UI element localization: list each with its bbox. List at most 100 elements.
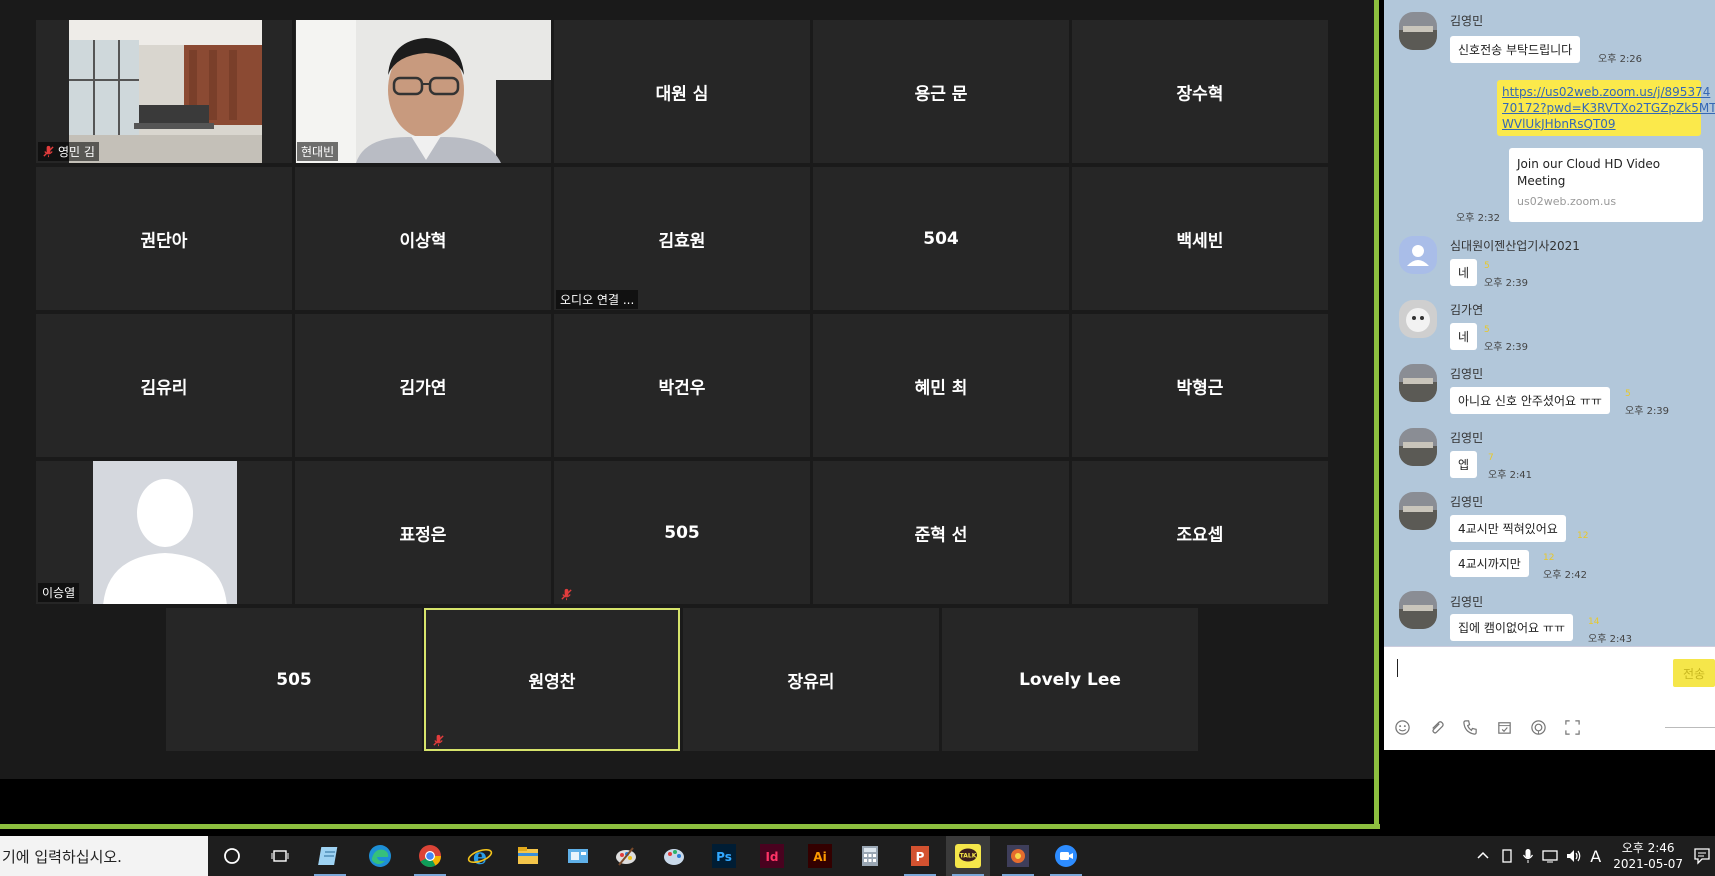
taskbar-app-indesign[interactable]: Id xyxy=(750,836,794,876)
avatar[interactable] xyxy=(1399,591,1437,629)
emoticon-icon[interactable] xyxy=(1394,719,1411,736)
taskbar-app-paint[interactable] xyxy=(604,836,648,876)
message-time: 오후 2:43 xyxy=(1588,634,1633,645)
participant-tile[interactable]: 김가연 xyxy=(295,314,551,457)
participant-tile[interactable]: 김효원 오디오 연결 ... xyxy=(554,167,810,310)
message-input-area[interactable]: 전송 xyxy=(1384,646,1715,750)
message-bubble[interactable]: 엡 xyxy=(1450,451,1478,478)
message-bubble[interactable]: 신호전송 부탁드립니다 xyxy=(1450,36,1581,63)
input-method-indicator[interactable]: A xyxy=(1590,847,1601,866)
avatar[interactable] xyxy=(1399,492,1437,530)
muted-mic-icon xyxy=(433,734,444,747)
participant-tile[interactable]: 준혁 선 xyxy=(813,461,1069,604)
message-bubble[interactable]: 네 xyxy=(1450,323,1478,350)
participant-tile[interactable]: 이상혁 xyxy=(295,167,551,310)
participant-name: 505 xyxy=(276,669,312,690)
participant-tile[interactable]: 장수혁 xyxy=(1072,20,1328,163)
calendar-icon[interactable] xyxy=(1496,719,1513,736)
participant-tile[interactable]: 조요셉 xyxy=(1072,461,1328,604)
taskbar-app-calculator[interactable] xyxy=(848,836,892,876)
taskbar-app-kakaotalk[interactable]: TALK xyxy=(946,836,990,876)
taskbar-app-illustrator[interactable]: Ai xyxy=(798,836,842,876)
taskbar-app-chrome[interactable] xyxy=(408,836,452,876)
chat-message-list[interactable]: 김영민 신호전송 부탁드립니다 오후 2:26 https://us02web.… xyxy=(1384,0,1715,646)
attach-file-icon[interactable] xyxy=(1428,719,1445,736)
participant-tile-active-speaker[interactable]: 원영찬 xyxy=(424,608,680,751)
participant-tile[interactable]: 백세빈 xyxy=(1072,167,1328,310)
live-talk-icon[interactable] xyxy=(1530,719,1547,736)
volume-icon[interactable] xyxy=(1566,849,1582,863)
participant-tile[interactable]: 505 xyxy=(166,608,422,751)
avatar[interactable] xyxy=(1399,12,1437,50)
screen-capture-icon[interactable] xyxy=(1564,719,1581,736)
send-button[interactable]: 전송 xyxy=(1673,659,1715,687)
link-text[interactable]: https://us02web.zoom.us/j/895374 xyxy=(1502,84,1710,100)
message-bubble[interactable]: 네 xyxy=(1450,259,1478,286)
taskbar-app-edge[interactable] xyxy=(358,836,402,876)
svg-text:e: e xyxy=(473,844,487,869)
system-tray: A 오후 2:46 2021-05-07 xyxy=(1476,836,1715,876)
message-bubble[interactable]: 4교시만 찍혀있어요 xyxy=(1450,515,1566,542)
muted-mic-icon xyxy=(561,588,572,601)
unread-count: 5 xyxy=(1484,325,1490,335)
taskbar-app-explorer[interactable] xyxy=(506,836,550,876)
avatar[interactable] xyxy=(1399,236,1437,274)
task-view-button[interactable] xyxy=(258,836,302,876)
my-link-bubble[interactable]: https://us02web.zoom.us/j/895374 70172?p… xyxy=(1497,80,1715,136)
voice-call-icon[interactable] xyxy=(1462,719,1479,736)
link-text[interactable]: 70172?pwd=K3RVTXo2TGZpZk5MT xyxy=(1502,100,1715,116)
microphone-icon[interactable] xyxy=(1522,848,1534,864)
system-clock[interactable]: 오후 2:46 2021-05-07 xyxy=(1613,840,1683,872)
participant-name: 조요셉 xyxy=(1176,525,1224,545)
participant-name: 원영찬 xyxy=(528,672,576,692)
participant-tile[interactable]: Lovely Lee xyxy=(942,608,1198,751)
chevron-up-icon[interactable] xyxy=(1476,849,1490,863)
participant-tile[interactable]: 용근 문 xyxy=(813,20,1069,163)
message-bubble[interactable]: 아니요 신호 안주셨어요 ㅠㅠ xyxy=(1450,387,1610,414)
participant-tile[interactable]: 박형근 xyxy=(1072,314,1328,457)
notification-center-icon[interactable] xyxy=(1693,847,1711,865)
participant-tile[interactable]: 504 xyxy=(813,167,1069,310)
taskbar-app-control[interactable] xyxy=(556,836,600,876)
taskbar-app-game[interactable] xyxy=(996,836,1040,876)
taskbar-search-box[interactable]: 기에 입력하십시오. xyxy=(0,836,208,876)
avatar[interactable] xyxy=(1399,300,1437,338)
participant-tile[interactable]: 대원 심 xyxy=(554,20,810,163)
participant-tile[interactable]: 혜민 최 xyxy=(813,314,1069,457)
participant-name: 영민 김 xyxy=(58,145,95,159)
cortana-button[interactable] xyxy=(210,836,254,876)
participant-tile[interactable]: 이승열 xyxy=(36,461,292,604)
taskbar-app-powerpoint[interactable]: P xyxy=(898,836,942,876)
participant-tile[interactable]: 영민 김 xyxy=(36,20,292,163)
transparency-slider[interactable] xyxy=(1665,727,1715,728)
photoshop-icon: Ps xyxy=(712,844,736,868)
participant-name: 김효원 xyxy=(658,231,706,251)
participant-tile[interactable]: 김유리 xyxy=(36,314,292,457)
participant-tile[interactable]: 박건우 xyxy=(554,314,810,457)
link-text[interactable]: WVlUkJHbnRsQT09 xyxy=(1502,116,1696,132)
muted-mic-icon xyxy=(43,145,54,158)
participant-name: 박형근 xyxy=(1176,378,1224,398)
zoom-gallery-view: 영민 김 현대빈 대원 심 용근 문 장수혁 권단아 이상혁 김효원 오디오 연… xyxy=(0,0,1377,779)
taskbar-app-notes[interactable] xyxy=(308,836,352,876)
message-time: 오후 2:41 xyxy=(1488,470,1533,481)
participant-tile[interactable]: 현대빈 xyxy=(295,20,551,163)
avatar[interactable] xyxy=(1399,364,1437,402)
link-preview-card[interactable]: Join our Cloud HD Video Meeting us02web.… xyxy=(1509,148,1703,222)
network-icon[interactable] xyxy=(1542,849,1558,863)
device-icon[interactable] xyxy=(1500,848,1514,864)
participant-tile[interactable]: 505 xyxy=(554,461,810,604)
taskbar-app-photoshop[interactable]: Ps xyxy=(702,836,746,876)
taskbar-app-paint3d[interactable] xyxy=(652,836,696,876)
avatar[interactable] xyxy=(1399,428,1437,466)
message-bubble[interactable]: 집에 캠이없어요 ㅠㅠ xyxy=(1450,614,1573,641)
default-avatar-icon xyxy=(93,461,237,604)
message-bubble[interactable]: 4교시까지만 xyxy=(1450,550,1529,577)
participant-tile[interactable]: 표정은 xyxy=(295,461,551,604)
chrome-browser-icon xyxy=(419,845,441,867)
taskbar-app-zoom[interactable] xyxy=(1044,836,1088,876)
participant-tile[interactable]: 권단아 xyxy=(36,167,292,310)
taskbar-app-ie[interactable]: e xyxy=(458,836,502,876)
profile-photo xyxy=(1399,428,1437,466)
participant-tile[interactable]: 장유리 xyxy=(683,608,939,751)
